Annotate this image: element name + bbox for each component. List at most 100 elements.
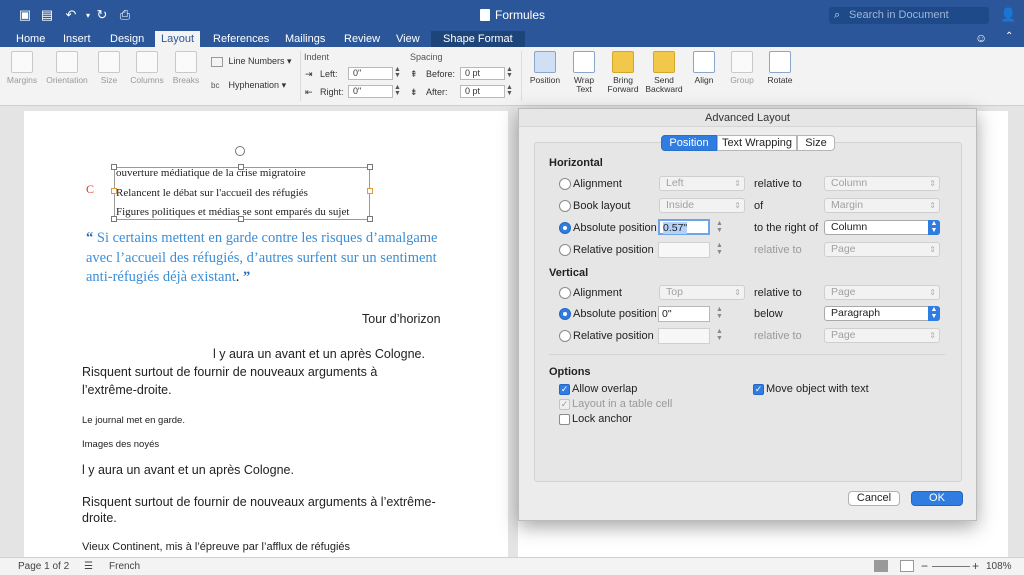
position-button[interactable]: Position (527, 51, 563, 85)
h-absolute-position-stepper[interactable]: ▲ ▼ (715, 220, 724, 236)
print-icon[interactable]: ⎙ (117, 7, 133, 23)
rotate-handle[interactable] (235, 146, 245, 156)
tab-insert[interactable]: Insert (57, 31, 97, 47)
tab-layout[interactable]: Layout (155, 31, 201, 47)
zoom-level[interactable]: 108% (986, 561, 1012, 572)
breaks-button[interactable]: Breaks (171, 51, 201, 85)
hyphenation-button[interactable]: bc Hyphenation ▾ (211, 80, 286, 91)
spacing-after-icon: ⇟ (410, 87, 418, 97)
group-icon (731, 51, 753, 73)
v-alignment-radio[interactable] (559, 287, 571, 299)
line-numbers-button[interactable]: Line Numbers ▾ (211, 56, 292, 67)
chevron-updown-icon: ⇕ (929, 288, 936, 297)
columns-button[interactable]: Columns (128, 51, 166, 85)
align-button[interactable]: Align (691, 51, 717, 85)
h-relative-position-input[interactable] (658, 242, 710, 258)
search-input[interactable]: ⌕ Search in Document (829, 7, 989, 24)
v-absolute-position-radio[interactable] (559, 308, 571, 320)
zoom-out-icon[interactable]: − (921, 559, 928, 573)
smiley-feedback-icon[interactable]: ☺ (975, 31, 987, 45)
book-layout-select[interactable]: Inside ⇕ (659, 198, 745, 213)
bring-forward-button[interactable]: Bring Forward (605, 51, 641, 94)
search-icon: ⌕ (834, 9, 841, 21)
wrap-text-button[interactable]: Wrap Text (570, 51, 598, 94)
ribbon-collapse-icon[interactable]: ⌃ (1005, 31, 1013, 42)
v-relative-position-input[interactable] (658, 328, 710, 344)
indent-right-stepper[interactable]: ▲ ▼ (393, 84, 402, 98)
tab-references[interactable]: References (207, 31, 275, 47)
breaks-label: Breaks (172, 75, 200, 85)
tab-size[interactable]: Size (797, 135, 835, 151)
columns-label: Columns (130, 75, 164, 85)
print-layout-view-icon[interactable] (874, 560, 888, 572)
book-layout-rel-select[interactable]: Margin ⇕ (824, 198, 940, 213)
redo-icon[interactable]: ↻ (94, 7, 110, 23)
orientation-button[interactable]: Orientation (44, 51, 90, 85)
v-absolute-position-input[interactable]: 0" (658, 306, 710, 322)
v-relative-position-stepper[interactable]: ▲ ▼ (715, 328, 724, 344)
indent-left-stepper[interactable]: ▲ ▼ (393, 66, 402, 80)
vertical-section-title: Vertical (549, 267, 589, 279)
book-layout-label: Book layout (573, 200, 631, 212)
proofing-icon[interactable]: ☰ (84, 561, 93, 572)
spacing-before-input[interactable]: 0 pt (460, 67, 505, 80)
v-absolute-position-stepper[interactable]: ▲ ▼ (715, 306, 724, 322)
undo-icon[interactable]: ↶ (63, 7, 79, 23)
h-relpos-rel-select[interactable]: Page ⇕ (824, 242, 940, 257)
rotate-button[interactable]: Rotate (765, 51, 795, 85)
allow-overlap-checkbox[interactable]: ✓ (559, 384, 570, 395)
h-relative-position-radio[interactable] (559, 244, 571, 256)
h-absolute-position-input[interactable]: 0.57" (658, 219, 710, 235)
v-relpos-rel-select[interactable]: Page ⇕ (824, 328, 940, 343)
h-relative-position-stepper[interactable]: ▲ ▼ (715, 242, 724, 258)
tab-mailings[interactable]: Mailings (279, 31, 331, 47)
zoom-slider[interactable] (932, 566, 970, 567)
v-alignment-select[interactable]: Top ⇕ (659, 285, 745, 300)
group-button[interactable]: Group (727, 51, 757, 85)
margins-button[interactable]: Margins (6, 51, 38, 85)
chevron-updown-icon: ⇕ (929, 245, 936, 254)
spacing-after-input[interactable]: 0 pt (460, 85, 505, 98)
h-alignment-rel-select[interactable]: Column ⇕ (824, 176, 940, 191)
resize-handle[interactable] (367, 216, 373, 222)
v-absolute-rel-select[interactable]: Paragraph ▲ ▼ (824, 306, 940, 321)
cancel-button[interactable]: Cancel (848, 491, 900, 506)
tab-position[interactable]: Position (661, 135, 717, 151)
below-label: below (754, 308, 783, 320)
lock-anchor-checkbox[interactable] (559, 414, 570, 425)
web-layout-view-icon[interactable] (900, 560, 914, 572)
h-relative-position-label: Relative position (573, 244, 654, 256)
sidebar-icon[interactable]: ▣ (17, 7, 33, 23)
v-relative-position-radio[interactable] (559, 330, 571, 342)
share-user-icon[interactable]: 👤 (1000, 7, 1016, 23)
language-label[interactable]: French (109, 561, 140, 572)
send-backward-button[interactable]: Send Backward (643, 51, 685, 94)
resize-handle[interactable] (367, 164, 373, 170)
indent-left-input[interactable]: 0" (348, 67, 393, 80)
h-absolute-position-radio[interactable] (559, 222, 571, 234)
size-button[interactable]: Size (97, 51, 121, 85)
tab-view[interactable]: View (390, 31, 426, 47)
tab-review[interactable]: Review (338, 31, 386, 47)
move-object-with-text-checkbox[interactable]: ✓ (753, 384, 764, 395)
tab-home[interactable]: Home (10, 31, 51, 47)
indent-right-input[interactable]: 0" (348, 85, 393, 98)
tab-design[interactable]: Design (104, 31, 150, 47)
v-alignment-rel-select[interactable]: Page ⇕ (824, 285, 940, 300)
h-absolute-rel-select[interactable]: Column ▲ ▼ (824, 220, 940, 235)
zoom-in-icon[interactable]: + (972, 559, 979, 573)
book-layout-radio[interactable] (559, 200, 571, 212)
h-alignment-radio[interactable] (559, 178, 571, 190)
tab-shape-format[interactable]: Shape Format (431, 31, 525, 47)
h-alignment-select[interactable]: Left ⇕ (659, 176, 745, 191)
spacing-after-stepper[interactable]: ▲ ▼ (505, 84, 514, 98)
spacing-before-stepper[interactable]: ▲ ▼ (505, 66, 514, 80)
layout-in-table-cell-checkbox[interactable]: ✓ (559, 399, 570, 410)
quote-text: Si certains mettent en garde contre les … (86, 230, 438, 285)
ok-button[interactable]: OK (911, 491, 963, 506)
save-icon[interactable]: ▤ (39, 7, 55, 23)
resize-handle[interactable] (367, 188, 373, 194)
tab-text-wrapping[interactable]: Text Wrapping (717, 135, 797, 151)
size-icon (98, 51, 120, 73)
page-count[interactable]: Page 1 of 2 (18, 561, 69, 572)
